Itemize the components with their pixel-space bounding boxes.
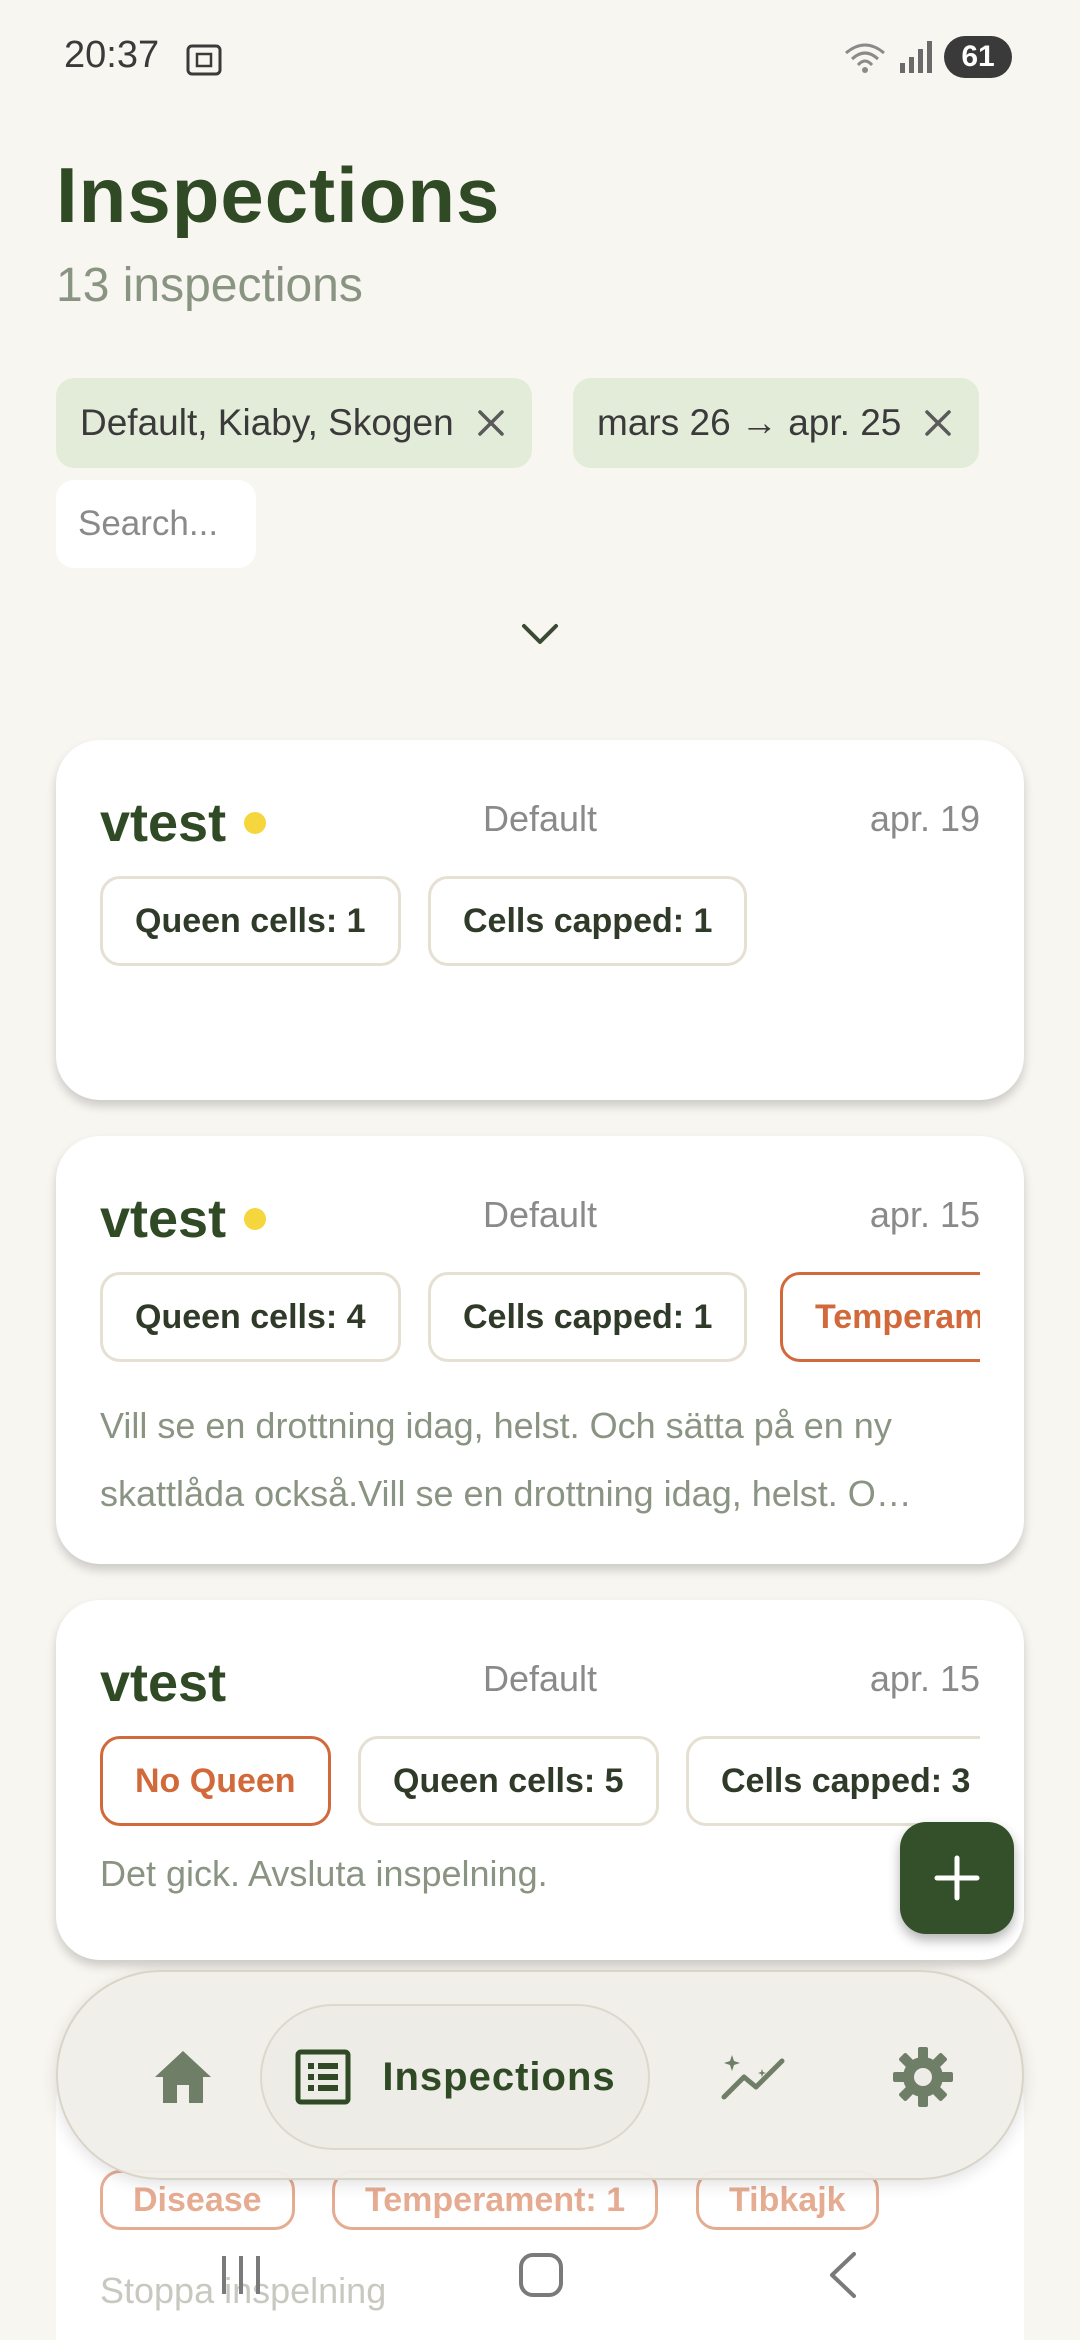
nav-inspections[interactable]: Inspections [260,2004,650,2150]
chevron-down-icon[interactable] [520,620,560,650]
insights-icon [721,2055,785,2100]
inspection-card[interactable]: vtest Default apr. 19 Queen cells: 1 Cel… [56,740,1024,1100]
inspection-count: 13 inspections [56,259,363,312]
system-navigation-bar [0,2210,1080,2340]
status-bar: 20:37 61 [0,0,1080,120]
inspection-card[interactable]: vtest Default apr. 15 Queen cells: 4 Cel… [56,1136,1024,1564]
tag-queen-cells: Queen cells: 4 [100,1272,401,1362]
status-right: 61 [842,36,1012,78]
apiary-filter-label: Default, Kiaby, Skogen [80,402,454,443]
close-icon[interactable] [921,406,955,440]
tag-cells-capped: Cells capped: 1 [428,876,748,966]
home-system-icon[interactable] [516,2250,566,2300]
battery-indicator: 61 [944,36,1012,78]
tag-row: No Queen Queen cells: 5 Cells capped: 3 [100,1736,980,1828]
tag-no-queen: No Queen [100,1736,331,1826]
bottom-navigation: Inspections [56,1970,1024,2180]
recent-apps-icon[interactable] [216,2250,266,2300]
tag-queen-cells: Queen cells: 1 [100,876,401,966]
inspection-notes: Vill se en drottning idag, helst. Och sä… [100,1405,912,1514]
add-inspection-button[interactable] [900,1822,1014,1934]
tag-row: Queen cells: 1 Cells capped: 1 [100,876,980,968]
status-time: 20:37 [64,34,160,76]
tag-temperament: Temperament [780,1272,980,1362]
inspection-date: apr. 19 [869,798,980,839]
signal-icon [900,41,932,73]
screenshot-icon [186,44,222,76]
tag-row: Queen cells: 4 Cells capped: 1 Temperame… [100,1272,980,1364]
search-placeholder: Search... [78,504,219,543]
inspection-date: apr. 15 [869,1658,980,1699]
inspection-card[interactable]: vtest Default apr. 15 No Queen Queen cel… [56,1600,1024,1960]
nav-insights[interactable] [698,2012,808,2142]
tag-cells-capped: Cells capped: 1 [428,1272,748,1362]
date-filter-label: mars 26 → apr. 25 [597,402,902,443]
plus-icon [934,1855,980,1901]
nav-home[interactable] [128,2012,238,2142]
tag-queen-cells: Queen cells: 5 [358,1736,659,1826]
inspection-notes: Det gick. Avsluta inspelning. [100,1853,548,1894]
settings-icon [893,2047,953,2107]
wifi-icon [845,43,885,73]
tag-cells-capped: Cells capped: 3 [686,1736,980,1826]
search-input[interactable]: Search... [56,480,256,568]
nav-settings[interactable] [868,2012,978,2142]
apiary-filter-chip[interactable]: Default, Kiaby, Skogen [56,378,532,468]
back-icon[interactable] [820,2250,870,2300]
close-icon[interactable] [474,406,508,440]
page-title: Inspections [56,151,501,239]
inspection-date: apr. 15 [869,1194,980,1235]
date-filter-chip[interactable]: mars 26 → apr. 25 [573,378,980,468]
home-icon [155,2051,211,2103]
inspections-icon [295,2049,351,2105]
nav-inspections-label: Inspections [382,2054,616,2099]
